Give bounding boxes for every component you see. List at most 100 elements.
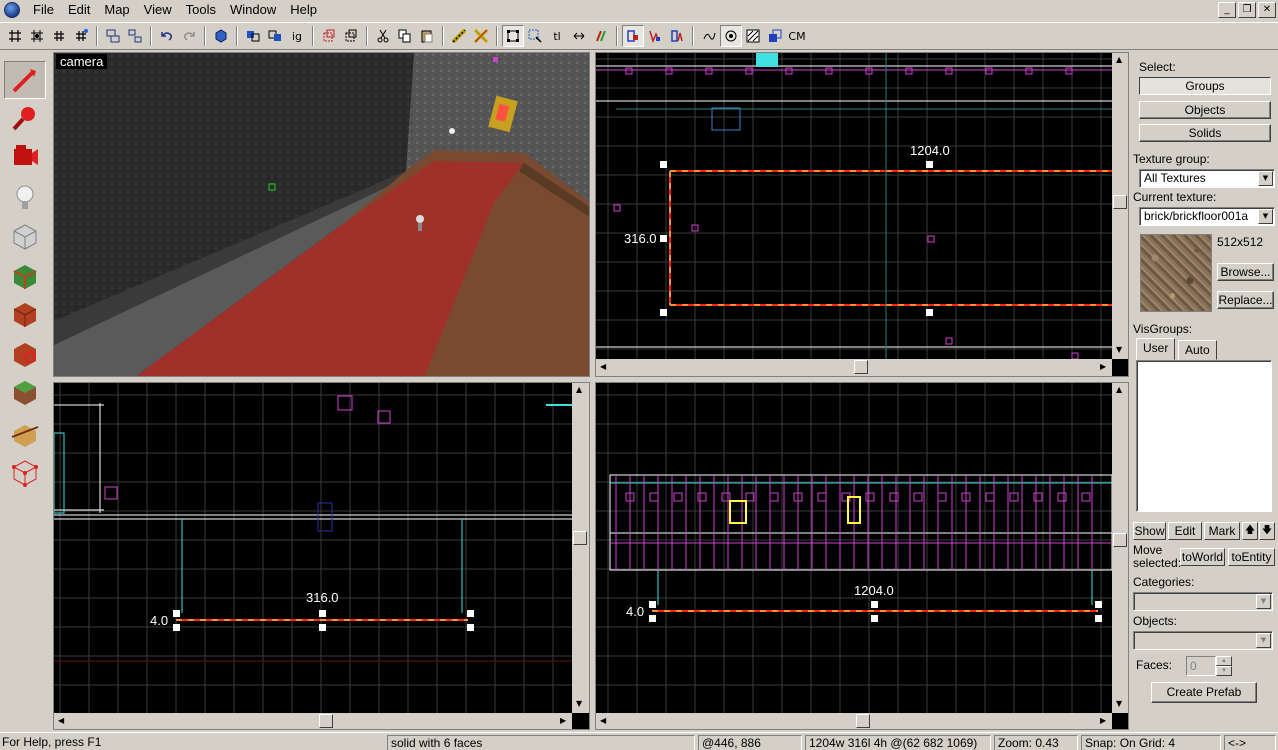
hide-unselected-icon[interactable] — [264, 25, 286, 47]
visgroup-list[interactable] — [1136, 360, 1272, 512]
select-solids-button[interactable]: Solids — [1139, 124, 1271, 142]
paste-icon[interactable] — [416, 25, 438, 47]
create-prefab-button[interactable]: Create Prefab — [1151, 682, 1257, 703]
faces-input[interactable]: 0 — [1186, 656, 1216, 676]
grid-3d-icon[interactable] — [26, 25, 48, 47]
show-button[interactable]: Show — [1133, 522, 1166, 540]
align-view-icon[interactable] — [666, 25, 688, 47]
flip-horizontal-icon[interactable] — [568, 25, 590, 47]
selection-tool-button[interactable] — [4, 61, 46, 99]
texture-group-select[interactable]: All Textures ▼ — [1139, 169, 1275, 188]
apply-decal-button[interactable] — [4, 335, 46, 373]
camera-tool-button[interactable] — [4, 137, 46, 175]
tab-user[interactable]: User — [1136, 338, 1176, 360]
target-icon[interactable] — [720, 25, 742, 47]
side-2d-viewport[interactable]: 316.0 4.0 ▲ ▼ ◀ ▶ — [53, 382, 590, 730]
carve-icon[interactable] — [210, 25, 232, 47]
ungroup-icon[interactable] — [124, 25, 146, 47]
magnify-tool-button[interactable] — [4, 99, 46, 137]
menu-map[interactable]: Map — [97, 0, 136, 20]
menu-file[interactable]: File — [26, 0, 61, 20]
categories-select[interactable]: ▼ — [1133, 592, 1273, 611]
solid-view-icon[interactable] — [764, 25, 786, 47]
current-texture-label: Current texture: — [1133, 190, 1217, 204]
to-entity-button[interactable]: toEntity — [1228, 548, 1275, 566]
apply-texture-button[interactable] — [4, 295, 46, 333]
selection-handle — [1095, 615, 1102, 622]
grid-larger-icon[interactable] — [70, 25, 92, 47]
apply-overlay-button[interactable] — [4, 373, 46, 411]
menu-help[interactable]: Help — [283, 0, 324, 20]
select-handles-icon[interactable] — [502, 25, 524, 47]
texture-lock-scale-icon[interactable] — [470, 25, 492, 47]
edit-button[interactable]: Edit — [1168, 522, 1202, 540]
vertical-scrollbar[interactable]: ▲ ▼ — [572, 383, 589, 713]
browse-button[interactable]: Browse... — [1217, 263, 1274, 281]
clipping-tool-button[interactable] — [4, 415, 46, 453]
color-toggle-icon[interactable] — [590, 25, 612, 47]
block-tool-button[interactable] — [4, 217, 46, 255]
replace-button[interactable]: Replace... — [1217, 291, 1274, 309]
cordon-edit-icon[interactable] — [340, 25, 362, 47]
select-groups-button[interactable]: Groups — [1139, 77, 1271, 95]
redo-icon[interactable] — [178, 25, 200, 47]
toggle-tl-button[interactable]: tl — [546, 25, 568, 47]
menu-edit[interactable]: Edit — [61, 0, 97, 20]
menu-tools[interactable]: Tools — [179, 0, 223, 20]
cut-icon[interactable] — [372, 25, 394, 47]
objects-label: Objects: — [1133, 614, 1178, 628]
app-logo-icon[interactable] — [4, 2, 20, 18]
spin-down-button[interactable]: ▼ — [1216, 666, 1232, 676]
chevron-down-icon[interactable]: ▼ — [1258, 209, 1273, 224]
current-texture-select[interactable]: brick/brickfloor001a ▼ — [1139, 207, 1275, 226]
vertex-manipulation-button[interactable] — [4, 453, 46, 491]
vertex-tool-icon[interactable] — [698, 25, 720, 47]
copy-icon[interactable] — [394, 25, 416, 47]
align-world-icon[interactable] — [622, 25, 644, 47]
menu-view[interactable]: View — [137, 0, 179, 20]
move-down-button[interactable]: 🡇 — [1259, 522, 1275, 540]
tab-auto[interactable]: Auto — [1178, 340, 1217, 360]
texture-view-icon[interactable] — [742, 25, 764, 47]
vertical-scrollbar[interactable]: ▲ ▼ — [1112, 53, 1128, 359]
close-button[interactable]: ✕ — [1258, 2, 1276, 18]
camera-icon — [14, 145, 38, 165]
grid-smaller-icon[interactable] — [48, 25, 70, 47]
horizontal-scrollbar[interactable]: ◀ ▶ — [54, 713, 572, 729]
undo-icon[interactable] — [156, 25, 178, 47]
entity-marker — [769, 492, 779, 502]
chevron-down-icon[interactable]: ▼ — [1256, 594, 1271, 609]
spin-up-button[interactable]: ▲ — [1216, 656, 1232, 666]
hide-selected-icon[interactable] — [242, 25, 264, 47]
front-2d-viewport[interactable]: 1204.0 4.0 ▲ ▼ ◀ ▶ — [595, 382, 1129, 730]
grass-cube-icon — [14, 381, 36, 405]
align-face-icon[interactable] — [644, 25, 666, 47]
horizontal-scrollbar[interactable]: ◀ ▶ — [596, 359, 1112, 376]
grid-toggle-icon[interactable] — [4, 25, 26, 47]
to-world-button[interactable]: toWorld — [1180, 548, 1225, 566]
texture-lock-icon[interactable] — [448, 25, 470, 47]
select-objects-button[interactable]: Objects — [1139, 101, 1271, 119]
brush-edge — [54, 432, 65, 514]
objects-select[interactable]: ▼ — [1133, 631, 1273, 650]
cm-button[interactable]: CM — [786, 25, 808, 47]
horizontal-scrollbar[interactable]: ◀ ▶ — [596, 713, 1112, 729]
chevron-down-icon[interactable]: ▼ — [1256, 633, 1271, 648]
mark-button[interactable]: Mark — [1204, 522, 1240, 540]
camera-viewport[interactable]: camera — [53, 52, 590, 377]
move-up-button[interactable]: 🡅 — [1242, 522, 1258, 540]
vertical-scrollbar[interactable]: ▲ ▼ — [1112, 383, 1128, 713]
toggle-texture-app-button[interactable] — [4, 257, 46, 295]
menu-window[interactable]: Window — [223, 0, 283, 20]
height-dimension-label: 4.0 — [626, 604, 645, 619]
cordon-icon[interactable] — [318, 25, 340, 47]
top-2d-viewport[interactable]: 1204.0 316.0 ▲ ▼ ◀ ▶ — [595, 52, 1129, 377]
minimize-button[interactable]: _ — [1218, 2, 1236, 18]
ignore-groups-button[interactable]: ig — [286, 25, 308, 47]
group-icon[interactable] — [102, 25, 124, 47]
entity-tool-button[interactable] — [4, 179, 46, 217]
select-auto-icon[interactable] — [524, 25, 546, 47]
restore-button[interactable]: ❐ — [1238, 2, 1256, 18]
width-dimension-label: 1204.0 — [854, 583, 894, 598]
chevron-down-icon[interactable]: ▼ — [1258, 171, 1273, 186]
